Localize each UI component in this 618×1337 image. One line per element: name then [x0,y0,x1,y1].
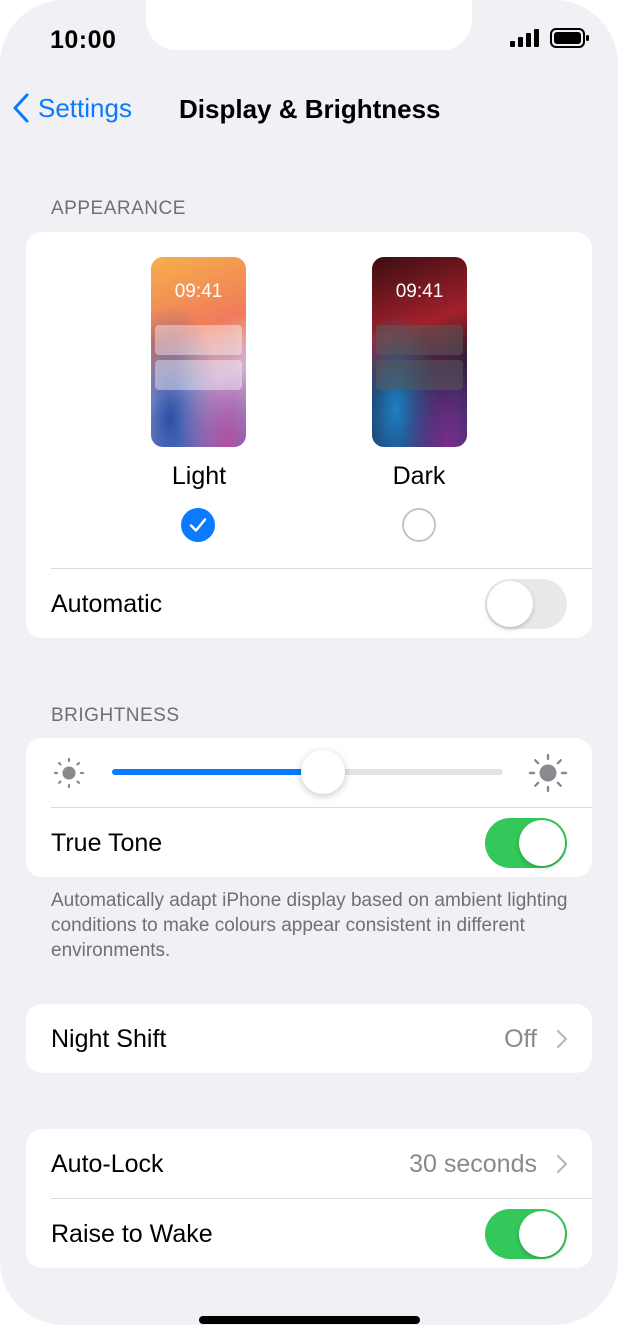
auto-lock-label: Auto-Lock [51,1150,164,1178]
light-preview-time: 09:41 [174,281,223,302]
light-label: Light [171,462,227,490]
lock-card: Auto-Lock 30 seconds Raise to Wake [26,1129,592,1268]
notch [146,0,472,50]
night-shift-row[interactable]: Night Shift Off [26,1004,592,1073]
light-preview-widget [155,360,242,390]
back-button[interactable]: Settings [12,92,132,124]
toggle-knob [519,1211,565,1257]
dark-label: Dark [392,462,446,490]
true-tone-toggle[interactable] [485,818,567,868]
screen: 10:00 Settings Display & Brightness APPE… [0,0,618,1325]
automatic-label: Automatic [51,590,163,618]
auto-lock-value: 30 seconds [409,1150,537,1178]
automatic-toggle[interactable] [485,579,567,629]
night-shift-label: Night Shift [51,1025,167,1053]
sun-large-icon [528,753,568,793]
light-radio-selected[interactable] [181,508,215,542]
brightness-slider-track[interactable] [112,750,503,794]
home-indicator [199,1316,420,1324]
true-tone-label: True Tone [51,829,163,857]
dark-preview-widget [376,360,463,390]
brightness-slider-fill [112,769,324,775]
appearance-section-label: APPEARANCE [51,198,186,219]
divider [51,568,592,569]
appearance-card: 09:41 Light 09:41 Dark Automatic [26,232,592,638]
navigation-bar: Settings Display & Brightness [0,88,618,132]
chevron-right-icon [556,1029,568,1049]
raise-to-wake-toggle[interactable] [485,1209,567,1259]
page-title: Display & Brightness [179,94,441,124]
light-preview-widget [155,325,242,355]
chevron-left-icon [13,93,29,123]
dark-preview-time: 09:41 [395,281,444,302]
toggle-knob [519,820,565,866]
status-time: 10:00 [50,26,117,54]
toggle-knob [487,581,533,627]
dark-preview-widget [376,325,463,355]
divider [51,1198,592,1199]
battery-icon [550,28,589,48]
light-preview: 09:41 [151,257,246,447]
sun-small-icon [53,757,85,789]
true-tone-description: Automatically adapt iPhone display based… [51,890,568,961]
night-shift-value: Off [504,1025,537,1053]
status-icons [510,28,590,48]
brightness-card: True Tone [26,738,592,877]
raise-to-wake-label: Raise to Wake [51,1220,213,1248]
dark-preview: 09:41 [372,257,467,447]
back-label: Settings [38,92,132,123]
brightness-slider-thumb[interactable] [301,750,346,794]
checkmark-icon [189,518,207,532]
signal-icon [510,29,539,47]
brightness-section-label: BRIGHTNESS [51,705,180,726]
divider [51,807,592,808]
dark-radio-unselected[interactable] [402,508,436,542]
chevron-right-icon [556,1154,568,1174]
